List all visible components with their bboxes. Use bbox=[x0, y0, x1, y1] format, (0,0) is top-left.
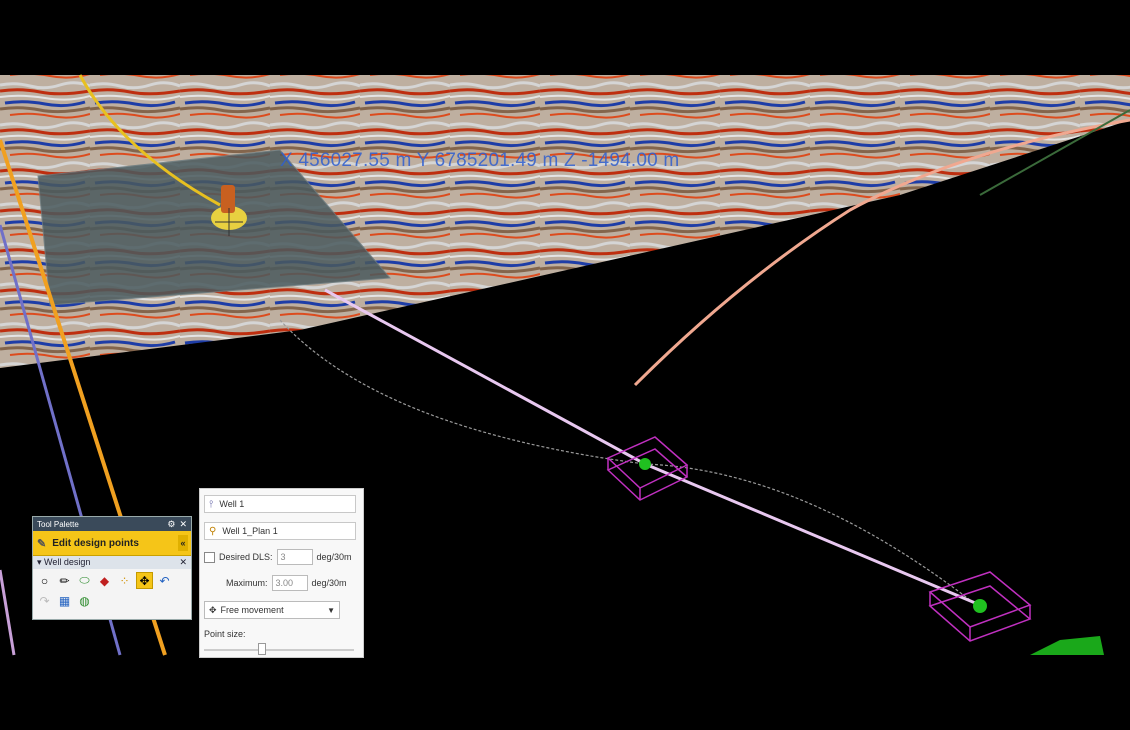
maximum-input[interactable]: 3.00 bbox=[271, 575, 308, 591]
well-design-group-header[interactable]: ▾ Well design ✕ bbox=[33, 556, 191, 569]
expand-triangle-icon: ▾ bbox=[37, 557, 45, 567]
point-size-label: Point size: bbox=[204, 629, 246, 639]
chart-tool-icon[interactable]: ▦ bbox=[56, 592, 73, 609]
chevron-down-icon: ▼ bbox=[327, 605, 335, 615]
point-size-slider-thumb[interactable] bbox=[258, 643, 266, 655]
well-selector[interactable]: ⫯ Well 1 bbox=[204, 495, 356, 513]
globe-tool-icon[interactable]: ◍ bbox=[76, 592, 93, 609]
maximum-label: Maximum: bbox=[226, 578, 268, 588]
pencil-tool-icon[interactable]: ✏ bbox=[56, 572, 73, 589]
eraser-tool-icon[interactable]: ◆ bbox=[96, 572, 113, 589]
desired-dls-checkbox[interactable] bbox=[204, 551, 215, 563]
undo-icon[interactable]: ↶ bbox=[156, 572, 173, 589]
tool-palette: Tool Palette ⚙ ✕ ✎ Edit design points « … bbox=[32, 516, 192, 620]
plan-selector[interactable]: ⚲ Well 1_Plan 1 bbox=[204, 522, 356, 540]
desired-dls-unit: deg/30m bbox=[316, 552, 352, 562]
plan-icon: ⚲ bbox=[209, 525, 217, 537]
3d-viewport[interactable] bbox=[0, 0, 1130, 730]
move-icon: ✥ bbox=[209, 604, 217, 615]
tool-palette-titlebar[interactable]: Tool Palette ⚙ ✕ bbox=[33, 517, 191, 531]
redo-icon[interactable]: ↷ bbox=[36, 592, 53, 609]
design-point-1[interactable] bbox=[606, 436, 689, 501]
movement-mode-dropdown[interactable]: ✥ Free movement ▼ bbox=[204, 601, 340, 619]
close-icon[interactable]: ✕ bbox=[179, 519, 187, 530]
cursor-coordinate-readout: X 456027.55 m Y 6785201.49 m Z -1494.00 … bbox=[280, 150, 680, 171]
edit-design-points-tool-icon[interactable]: ✥ bbox=[136, 572, 153, 589]
well-design-panel: ⫯ Well 1 ⚲ Well 1_Plan 1 Desired DLS: 3 … bbox=[199, 488, 364, 658]
tool-palette-title: Tool Palette bbox=[37, 519, 79, 529]
design-point-2[interactable] bbox=[928, 571, 1032, 642]
settings-icon[interactable]: ⚙ bbox=[167, 519, 175, 530]
movement-mode-value: Free movement bbox=[220, 605, 284, 615]
well-name: Well 1 bbox=[219, 499, 245, 509]
point-size-slider-track[interactable] bbox=[204, 649, 354, 651]
axis-arrow-icon bbox=[1030, 636, 1104, 655]
group-close-icon[interactable]: ✕ bbox=[179, 557, 187, 568]
cylinder-tool-icon[interactable]: ⬭ bbox=[76, 572, 93, 589]
planned-well-trajectory[interactable] bbox=[324, 288, 981, 607]
circle-tool-icon[interactable]: ○ bbox=[36, 572, 53, 589]
plan-name: Well 1_Plan 1 bbox=[222, 526, 278, 536]
mode-label: Edit design points bbox=[52, 537, 139, 549]
group-label: Well design bbox=[44, 557, 91, 567]
desired-dls-input[interactable]: 3 bbox=[276, 549, 313, 565]
desired-dls-label: Desired DLS: bbox=[219, 552, 273, 562]
add-point-tool-icon[interactable]: ⁘ bbox=[116, 572, 133, 589]
edit-points-icon: ✎ bbox=[37, 537, 47, 550]
maximum-unit: deg/30m bbox=[311, 578, 347, 588]
mode-selector[interactable]: ✎ Edit design points « bbox=[33, 531, 191, 556]
collapse-icon[interactable]: « bbox=[178, 535, 188, 551]
well-icon: ⫯ bbox=[209, 498, 214, 510]
well-trajectory-lavender[interactable] bbox=[0, 569, 16, 656]
